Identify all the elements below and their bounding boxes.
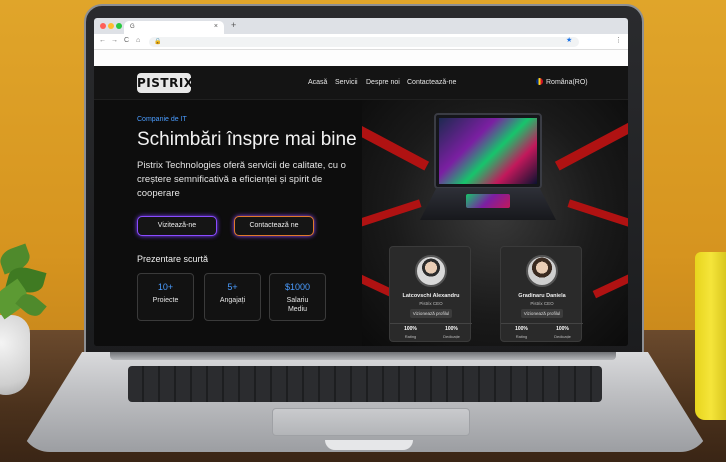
home-icon[interactable]: ⌂ [136,37,140,44]
favicon-icon: G [130,24,135,30]
yellow-mug [695,252,726,420]
red-accent [554,119,628,171]
browser-menu-icon[interactable]: ⋮ [615,36,622,44]
team-card: Latcovschi Alexandru Pistrix CEO Vizione… [389,246,472,342]
rating-label: Rating [404,334,417,339]
team-member-role: Pistrix CEO [419,301,443,306]
back-icon[interactable]: ← [99,37,106,44]
language-selector[interactable]: Româna(RO) [536,78,588,86]
team-card: Gradinaru Daniela Pistrix CEO Vizionează… [500,246,583,342]
view-profile-button[interactable]: Vizionează profilul [521,309,563,318]
stat-value: $1000 [284,282,311,292]
browser-tab-bar: G × + [94,18,628,34]
red-accent [362,199,422,229]
dedication-label: Dedicație [554,334,571,339]
nav-home[interactable]: Acasă [308,79,327,86]
stat-value: 10+ [157,282,174,292]
hero-image: Latcovschi Alexandru Pistrix CEO Vizione… [362,100,628,346]
stat-card: $1000 Salariu Mediu [269,273,326,321]
plant-pot [0,315,30,395]
site-logo[interactable]: PISTRIX [137,73,193,93]
hero-description: Pistrix Technologies oferă servicii de c… [137,160,346,199]
contact-button[interactable]: Contactează ne [234,216,314,236]
rating-value: 100% [404,326,417,332]
nav-about[interactable]: Despre noi [366,79,400,86]
stat-label: Proiecte [152,297,179,304]
address-bar[interactable]: 🔒 [149,37,579,47]
nav-contact[interactable]: Contactează-ne [407,79,456,86]
laptop-hinge [110,352,616,360]
romania-flag-icon [536,78,543,85]
minimize-window-icon[interactable] [108,23,114,29]
overview-heading: Prezentare scurtă [137,254,209,264]
language-label: Româna(RO) [546,79,588,86]
website: PISTRIX Acasă Servicii Despre noi Contac… [94,66,628,346]
stat-value: 5+ [227,282,238,292]
red-accent [362,119,430,171]
avatar [415,255,447,287]
page-top-strip [94,50,628,66]
browser-tab[interactable]: G × [124,21,224,34]
team-member-name: Gradinaru Daniela [518,293,566,299]
dedication-label: Dedicație [443,334,460,339]
browser-toolbar: ← → C ⌂ 🔒 ★ ⋮ [94,34,628,50]
close-window-icon[interactable] [100,23,106,29]
red-accent [592,269,628,299]
visit-button[interactable]: Vizitează-ne [137,216,217,236]
dedication-value: 100% [445,326,458,332]
new-tab-button[interactable]: + [231,20,236,30]
laptop-product-image [434,113,542,189]
laptop-front-lip [325,440,413,450]
reload-icon[interactable]: C [124,37,129,44]
laptop-product-base [420,188,556,220]
stat-card: 10+ Proiecte [137,273,194,321]
lock-icon: 🔒 [154,39,162,45]
avatar [526,255,558,287]
view-profile-button[interactable]: Vizionează profilul [410,309,452,318]
stat-label: Angajați [219,297,246,304]
laptop-keyboard [128,366,602,402]
dedication-value: 100% [556,326,569,332]
hero-headline: Schimbări înspre mai bine [137,129,357,150]
bookmark-star-icon[interactable]: ★ [566,36,572,44]
tab-close-icon[interactable]: × [214,23,218,30]
stat-card: 5+ Angajați [204,273,261,321]
red-accent [567,199,628,229]
nav-services[interactable]: Servicii [335,79,358,86]
site-header: PISTRIX Acasă Servicii Despre noi Contac… [94,66,628,100]
maximize-window-icon[interactable] [116,23,122,29]
forward-icon[interactable]: → [111,37,118,44]
hero-kicker: Companie de IT [137,116,187,123]
team-member-name: Latcovschi Alexandru [402,293,460,299]
team-member-role: Pistrix CEO [530,301,554,306]
laptop-trackpad [272,408,470,436]
laptop-screen: G × + ← → C ⌂ 🔒 ★ ⋮ PISTRIX Acasă Servic… [94,18,628,346]
stat-label: Salariu Mediu [286,297,309,313]
rating-value: 100% [515,326,528,332]
rating-label: Rating [515,334,528,339]
